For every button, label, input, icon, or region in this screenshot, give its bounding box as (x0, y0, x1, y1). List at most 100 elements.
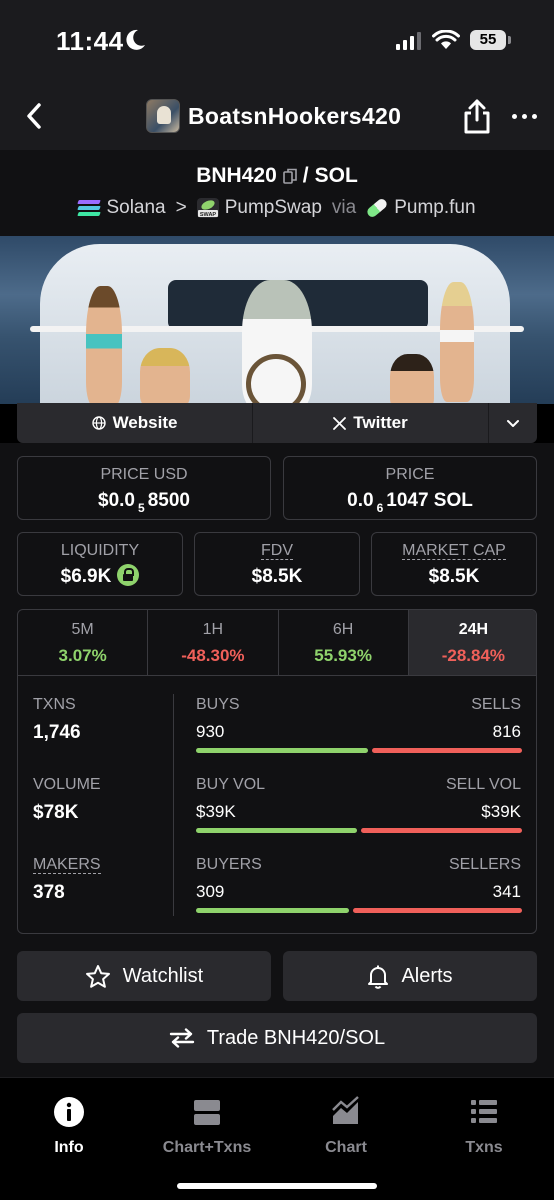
dex-link[interactable]: PumpSwap (225, 197, 322, 219)
price-usd-value: $0.0 5 8500 (18, 490, 270, 515)
status-time: 11:44 (56, 26, 124, 56)
market-cap-card: MARKET CAP $8.5K (371, 532, 537, 596)
status-bar: 11:44 55 (0, 0, 554, 84)
pair-info: BNH420 / SOL Solana > SWAP PumpSwap via … (0, 150, 554, 236)
swap-arrows-icon (169, 1028, 195, 1048)
tab-24h[interactable]: 24H -28.84% (408, 610, 536, 675)
list-icon (471, 1100, 497, 1123)
makers-label[interactable]: MAKERS (33, 856, 101, 874)
trade-label: Trade BNH420/SOL (206, 1026, 386, 1049)
pair-details: PRICE USD $0.0 5 8500 PRICE 0.0 6 1047 SOL L… (0, 443, 554, 1077)
pumpfun-pill-icon (365, 197, 389, 219)
tab-5m[interactable]: 5M 3.07% (18, 610, 149, 675)
chain-link[interactable]: Solana (106, 197, 165, 219)
figure-right-sitting (390, 354, 434, 404)
nav-info[interactable]: Info (9, 1096, 129, 1157)
market-cap-label[interactable]: MARKET CAP (372, 542, 536, 560)
nav-chart-label: Chart (325, 1139, 367, 1156)
pumpswap-icon: SWAP (196, 198, 219, 218)
sells-label: SELLS (471, 696, 521, 713)
more-options-icon[interactable] (512, 106, 542, 126)
sell-vol-value: $39K (481, 802, 521, 821)
info-icon (54, 1097, 84, 1127)
watchlist-label: Watchlist (122, 964, 204, 987)
back-button[interactable] (14, 96, 54, 136)
chain-breadcrumb: Solana > SWAP PumpSwap via Pump.fun (0, 197, 554, 219)
tab-1h-change: -48.30% (181, 646, 245, 665)
buys-bar (196, 748, 368, 753)
website-button[interactable]: Website (17, 403, 253, 443)
price-usd-prefix: $0.0 (98, 490, 135, 511)
tab-6h-label: 6H (332, 621, 354, 638)
pair-separator: / (302, 164, 309, 187)
more-links-dropdown[interactable] (489, 403, 537, 443)
nav-info-label: Info (54, 1139, 84, 1156)
lock-icon[interactable] (117, 564, 140, 586)
token-title: BoatsnHookers420 (146, 99, 401, 133)
globe-icon (91, 416, 106, 430)
home-indicator (177, 1183, 377, 1189)
page-title: BoatsnHookers420 (188, 102, 402, 129)
nav-txns[interactable]: Txns (424, 1096, 544, 1157)
solana-icon (77, 200, 102, 216)
price-usd-card: PRICE USD $0.0 5 8500 (17, 456, 271, 520)
fdv-label[interactable]: FDV (195, 542, 359, 560)
buy-vol-value: $39K (196, 802, 236, 821)
market-cap-value: $8.5K (428, 566, 480, 587)
watchlist-button[interactable]: Watchlist (17, 951, 271, 1001)
via-label: via (331, 197, 357, 218)
x-logo-icon (333, 416, 347, 430)
buys-label: BUYS (196, 696, 240, 713)
buyers-label: BUYERS (196, 856, 262, 873)
twitter-button[interactable]: Twitter (253, 403, 489, 443)
buy-vol-bar (196, 828, 357, 833)
copy-icon[interactable] (282, 168, 297, 184)
chevron-right-icon: > (175, 197, 187, 218)
launchpad-link[interactable]: Pump.fun (394, 197, 475, 219)
buyers-bar (196, 908, 349, 913)
price-native-value: 0.0 6 1047 SOL (284, 490, 536, 515)
makers-value: 378 (33, 882, 65, 903)
figure-sitting (140, 348, 190, 404)
token-avatar (146, 99, 180, 133)
sells-bar (372, 748, 522, 753)
liquidity-value: $6.9K (18, 564, 182, 588)
moon-icon (126, 29, 145, 50)
figure-right (440, 282, 474, 402)
sells-value: 816 (492, 722, 521, 741)
nav-txns-label: Txns (465, 1139, 503, 1156)
txns-label: TXNS (33, 696, 76, 713)
sellers-value: 341 (492, 882, 521, 901)
trading-stats-panel: 5M 3.07% 1H -48.30% 6H 55.93% 24H -28.84… (17, 609, 537, 934)
tab-1h-label: 1H (202, 621, 224, 638)
fdv-card: FDV $8.5K (194, 532, 360, 596)
price-usd-zero-count: 5 (138, 501, 145, 515)
liquidity-card: LIQUIDITY $6.9K (17, 532, 183, 596)
battery-icon: 55 (470, 30, 511, 50)
liquidity-amount: $6.9K (60, 566, 112, 588)
nav-chart-txns[interactable]: Chart+Txns (147, 1096, 267, 1157)
tab-6h[interactable]: 6H 55.93% (279, 610, 409, 675)
nav-chart-txns-label: Chart+Txns (162, 1139, 252, 1156)
chevron-left-icon (27, 103, 41, 129)
nav-chart[interactable]: Chart (286, 1096, 406, 1157)
alerts-button[interactable]: Alerts (283, 951, 537, 1001)
twitter-label: Twitter (353, 413, 408, 432)
quote-symbol: SOL (314, 164, 358, 187)
base-symbol: BNH420 (196, 164, 277, 187)
tab-1h[interactable]: 1H -48.30% (148, 610, 279, 675)
share-icon[interactable] (460, 98, 494, 136)
timeframe-tabs: 5M 3.07% 1H -48.30% 6H 55.93% 24H -28.84… (18, 610, 536, 676)
figure-left (86, 286, 122, 404)
fdv-value: $8.5K (251, 566, 303, 587)
price-native-label: PRICE (385, 466, 435, 483)
price-usd-label: PRICE USD (100, 466, 188, 483)
pumpswap-badge-text: SWAP (200, 212, 217, 218)
tab-24h-label: 24H (458, 621, 489, 638)
buy-vol-label: BUY VOL (196, 776, 266, 793)
trade-button[interactable]: Trade BNH420/SOL (17, 1013, 537, 1063)
cellular-signal-icon (396, 32, 421, 50)
app-header: BoatsnHookers420 (0, 84, 554, 150)
price-native-zero-count: 6 (376, 501, 384, 515)
tab-5m-change: 3.07% (58, 646, 107, 665)
